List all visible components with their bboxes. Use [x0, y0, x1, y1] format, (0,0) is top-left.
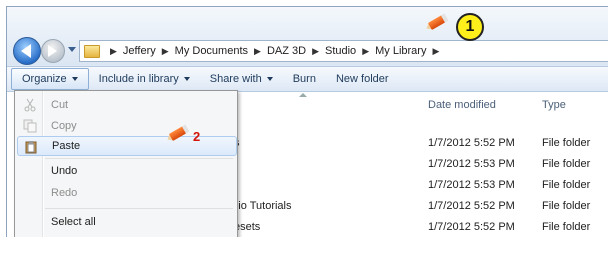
- breadcrumb-separator[interactable]: ▶: [110, 46, 117, 57]
- breadcrumb-item[interactable]: DAZ 3D: [267, 45, 306, 57]
- sort-arrow-icon: [299, 93, 307, 97]
- file-type: File folder: [542, 179, 591, 191]
- include-in-library-button[interactable]: Include in library: [89, 73, 200, 85]
- menu-item-label: Paste: [52, 140, 81, 152]
- organize-menu: Cut Copy Paste Undo Redo Select all: [14, 90, 238, 237]
- annotation-marker-1: 1: [456, 13, 484, 41]
- column-header-date-modified[interactable]: Date modified: [428, 94, 496, 116]
- menu-item-redo[interactable]: Redo: [17, 183, 235, 203]
- menu-item-paste[interactable]: Paste: [17, 136, 237, 156]
- file-date: 1/7/2012 5:53 PM: [428, 158, 515, 170]
- menu-item-label: Redo: [51, 187, 78, 199]
- file-date: 1/7/2012 5:52 PM: [428, 200, 515, 212]
- command-bar: Organize Include in library Share with B…: [7, 66, 608, 92]
- folder-icon: [84, 44, 100, 58]
- chevron-down-icon: [266, 77, 273, 81]
- breadcrumb-item[interactable]: Studio: [325, 45, 356, 57]
- explorer-window: ▶ Jeffery ▶ My Documents ▶ DAZ 3D ▶ Stud…: [6, 6, 608, 237]
- include-in-library-label: Include in library: [98, 73, 179, 85]
- share-with-button[interactable]: Share with: [200, 73, 283, 85]
- breadcrumb[interactable]: ▶ Jeffery ▶ My Documents ▶ DAZ 3D ▶ Stud…: [79, 40, 608, 62]
- breadcrumb-separator[interactable]: ▶: [254, 46, 261, 57]
- file-date: 1/7/2012 5:53 PM: [428, 179, 515, 191]
- back-arrow-icon: [21, 44, 31, 58]
- scissors-icon: [24, 98, 36, 112]
- share-with-label: Share with: [209, 73, 262, 85]
- recent-pages-dropdown[interactable]: [68, 47, 76, 52]
- forward-arrow-icon: [48, 45, 57, 57]
- breadcrumb-separator[interactable]: ▶: [362, 46, 369, 57]
- menu-item-copy[interactable]: Copy: [17, 116, 235, 136]
- breadcrumb-item[interactable]: Jeffery: [123, 45, 156, 57]
- chevron-down-icon: [183, 77, 190, 81]
- file-date: 1/7/2012 5:52 PM: [428, 221, 515, 233]
- breadcrumb-separator[interactable]: ▶: [312, 46, 319, 57]
- menu-item-label: Cut: [51, 99, 69, 111]
- menu-separator: [45, 208, 233, 209]
- breadcrumb-item[interactable]: My Documents: [175, 45, 248, 57]
- organize-label: Organize: [22, 73, 67, 85]
- breadcrumb-item[interactable]: My Library: [375, 45, 426, 57]
- menu-item-undo[interactable]: Undo: [17, 161, 235, 181]
- file-type: File folder: [542, 200, 591, 212]
- file-date: 1/7/2012 5:52 PM: [428, 137, 515, 149]
- back-button[interactable]: [13, 37, 41, 65]
- new-folder-button[interactable]: New folder: [326, 73, 399, 85]
- file-type: File folder: [542, 158, 591, 170]
- column-header-type[interactable]: Type: [542, 94, 566, 116]
- burn-button[interactable]: Burn: [283, 73, 326, 85]
- menu-item-label: Undo: [51, 165, 78, 177]
- menu-separator: [45, 158, 233, 159]
- organize-button[interactable]: Organize: [11, 68, 89, 90]
- copy-icon: [23, 119, 37, 133]
- clipboard-icon: [25, 141, 37, 154]
- menu-item-label: Copy: [51, 120, 77, 132]
- file-type: File folder: [542, 221, 591, 233]
- menu-item-cut[interactable]: Cut: [17, 95, 235, 115]
- forward-button[interactable]: [41, 39, 65, 63]
- chevron-down-icon: [71, 77, 78, 81]
- file-type: File folder: [542, 137, 591, 149]
- breadcrumb-separator[interactable]: ▶: [162, 46, 169, 57]
- menu-item-select-all[interactable]: Select all: [17, 212, 235, 232]
- annotation-marker-2: 2: [193, 129, 201, 144]
- address-bar-area: ▶ Jeffery ▶ My Documents ▶ DAZ 3D ▶ Stud…: [7, 7, 608, 65]
- menu-item-label: Select all: [51, 216, 96, 228]
- breadcrumb-separator[interactable]: ▶: [432, 46, 439, 57]
